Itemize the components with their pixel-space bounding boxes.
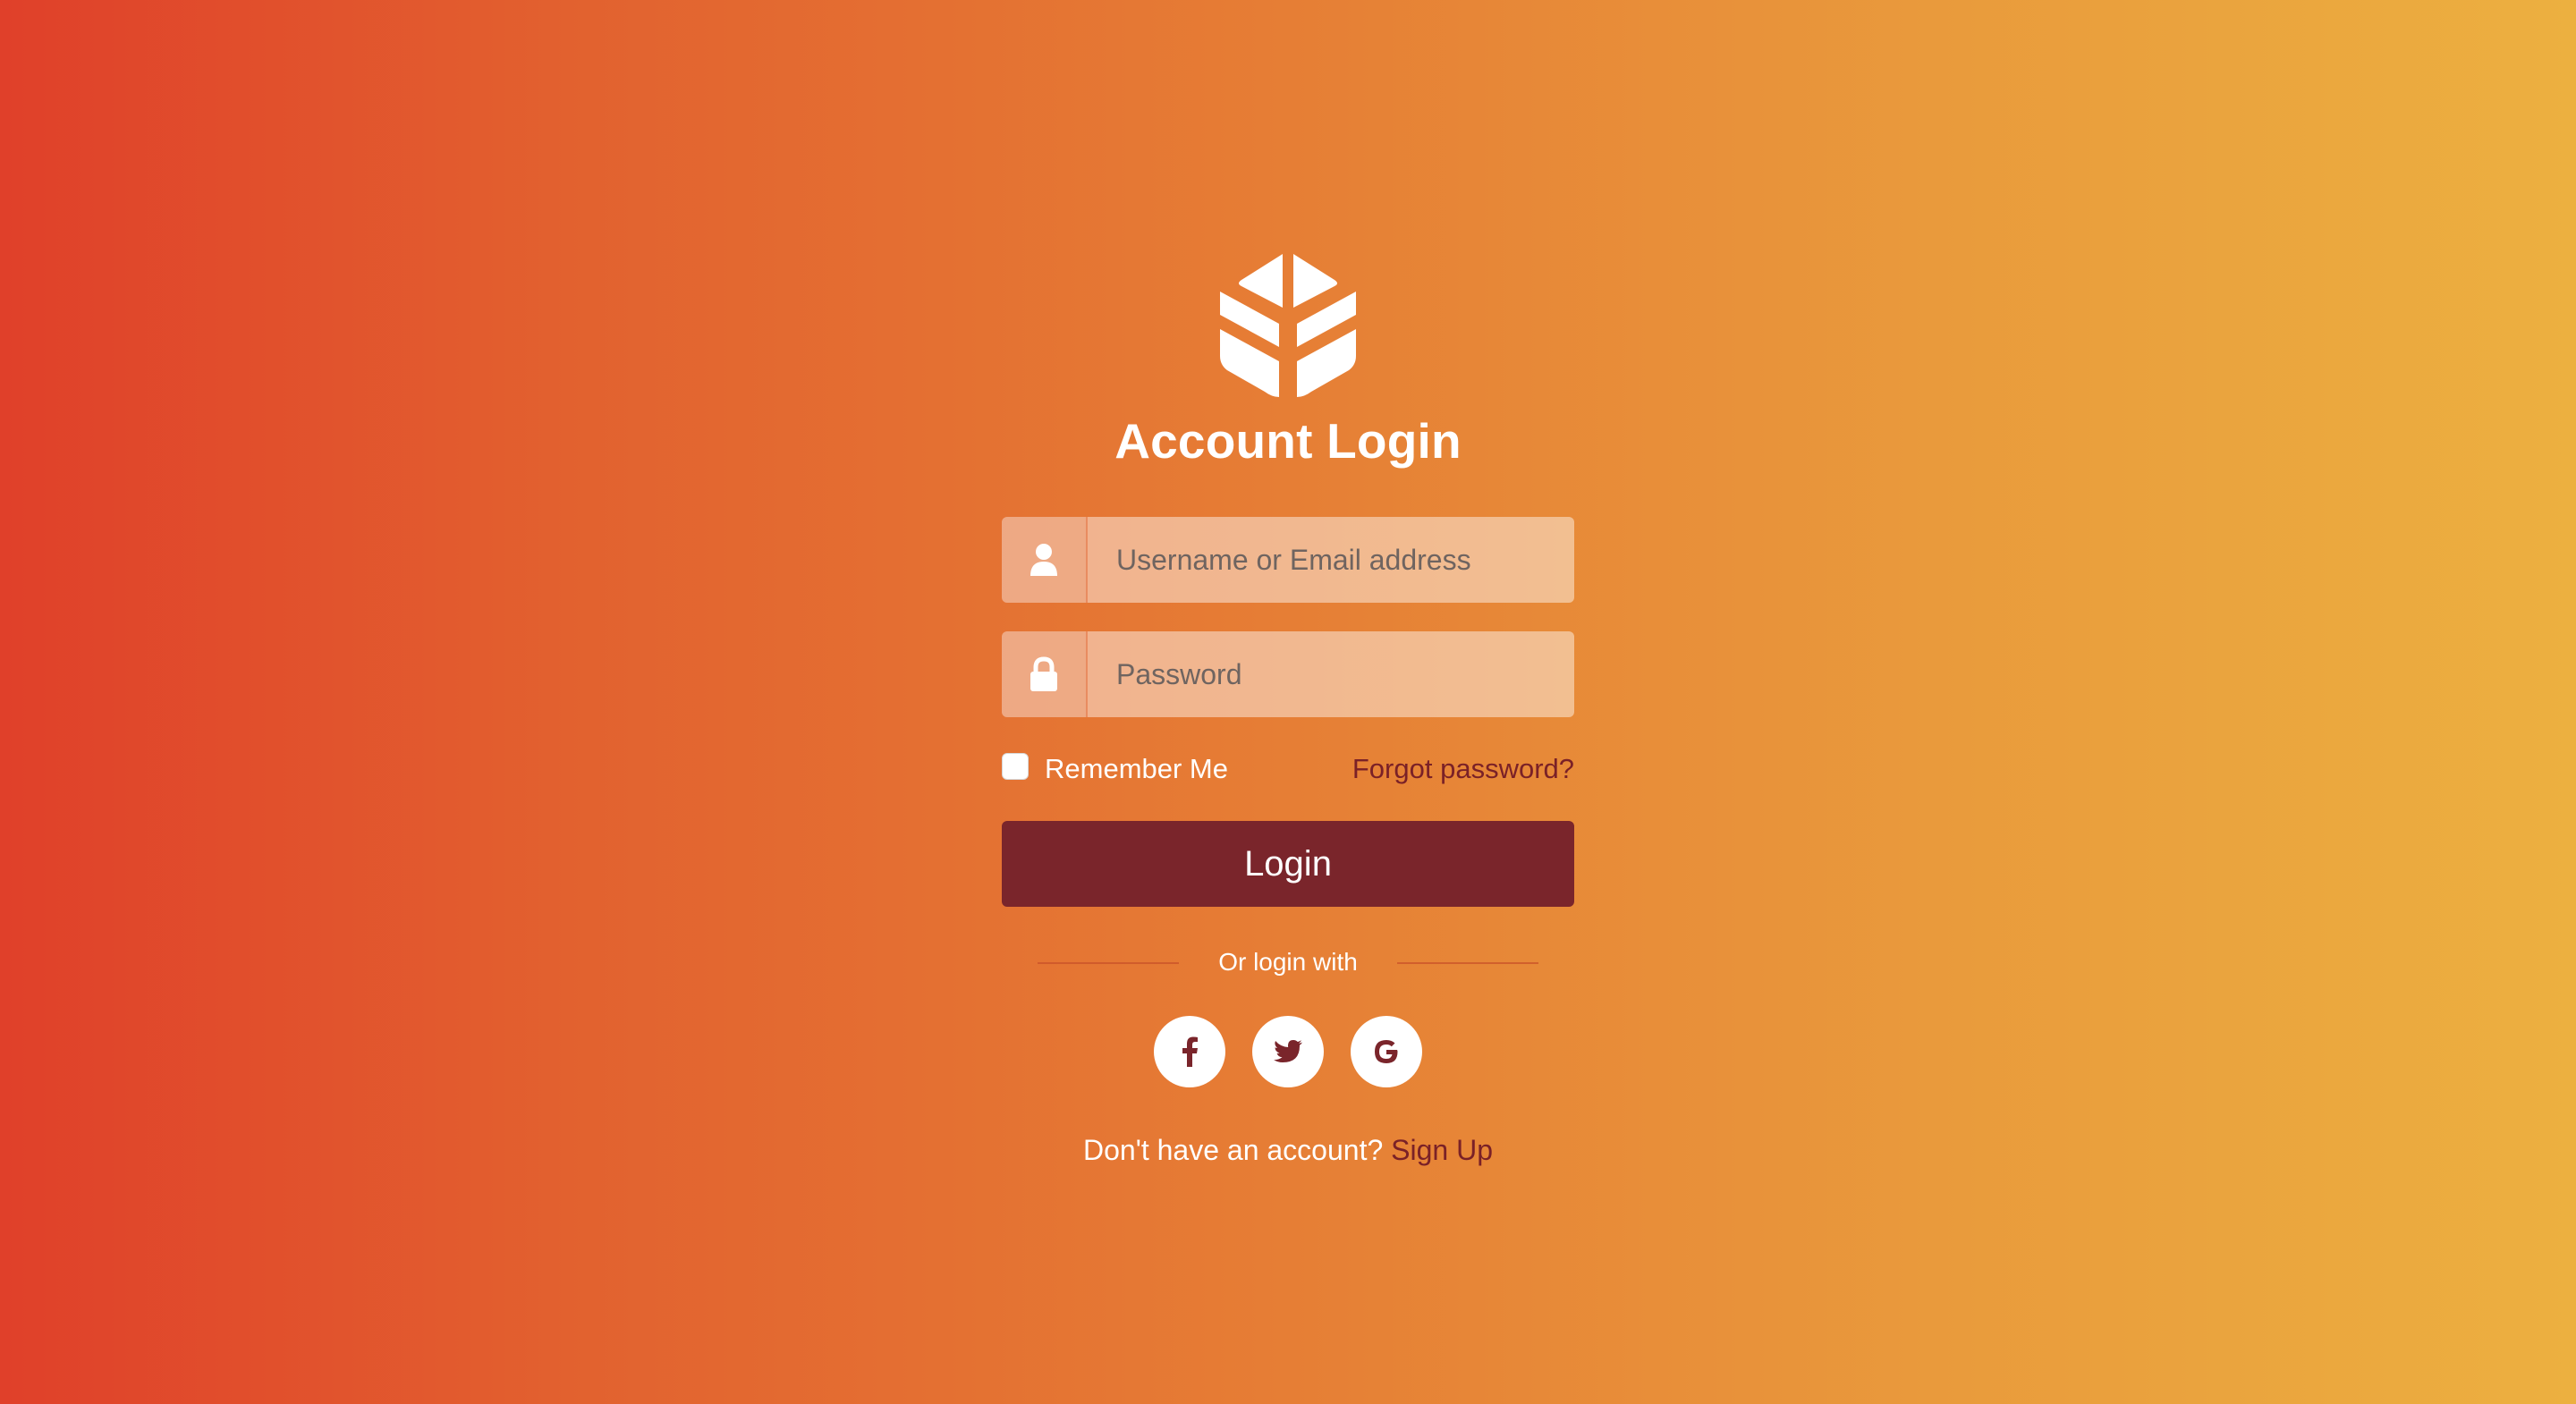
username-field — [1002, 517, 1574, 603]
twitter-icon — [1274, 1040, 1302, 1062]
social-login-buttons — [1154, 1016, 1422, 1087]
signup-row: Don't have an account? Sign Up — [1002, 1130, 1574, 1170]
forgot-password-link[interactable]: Forgot password? — [1352, 748, 1574, 791]
login-button[interactable]: Login — [1002, 821, 1574, 907]
remember-me-label[interactable]: Remember Me — [1045, 748, 1228, 791]
facebook-icon — [1182, 1036, 1198, 1067]
password-field — [1002, 631, 1574, 717]
divider-line-right — [1397, 962, 1538, 964]
facebook-login-button[interactable] — [1154, 1016, 1225, 1087]
username-input[interactable] — [1088, 517, 1574, 603]
social-divider: Or login with — [1038, 944, 1538, 980]
signup-link[interactable]: Sign Up — [1391, 1134, 1493, 1166]
username-addon — [1002, 517, 1088, 603]
twitter-login-button[interactable] — [1252, 1016, 1324, 1087]
user-icon — [1030, 544, 1057, 576]
password-input[interactable] — [1088, 631, 1574, 717]
remember-me-checkbox[interactable] — [1002, 753, 1029, 780]
google-login-button[interactable] — [1351, 1016, 1422, 1087]
google-icon — [1375, 1040, 1398, 1063]
page-title: Account Login — [1114, 413, 1462, 469]
lock-icon — [1030, 656, 1057, 691]
cube-logo-icon — [1220, 254, 1356, 397]
password-addon — [1002, 631, 1088, 717]
signup-prompt: Don't have an account? — [1083, 1134, 1392, 1166]
login-options-row: Remember Me Forgot password? — [1002, 748, 1574, 791]
